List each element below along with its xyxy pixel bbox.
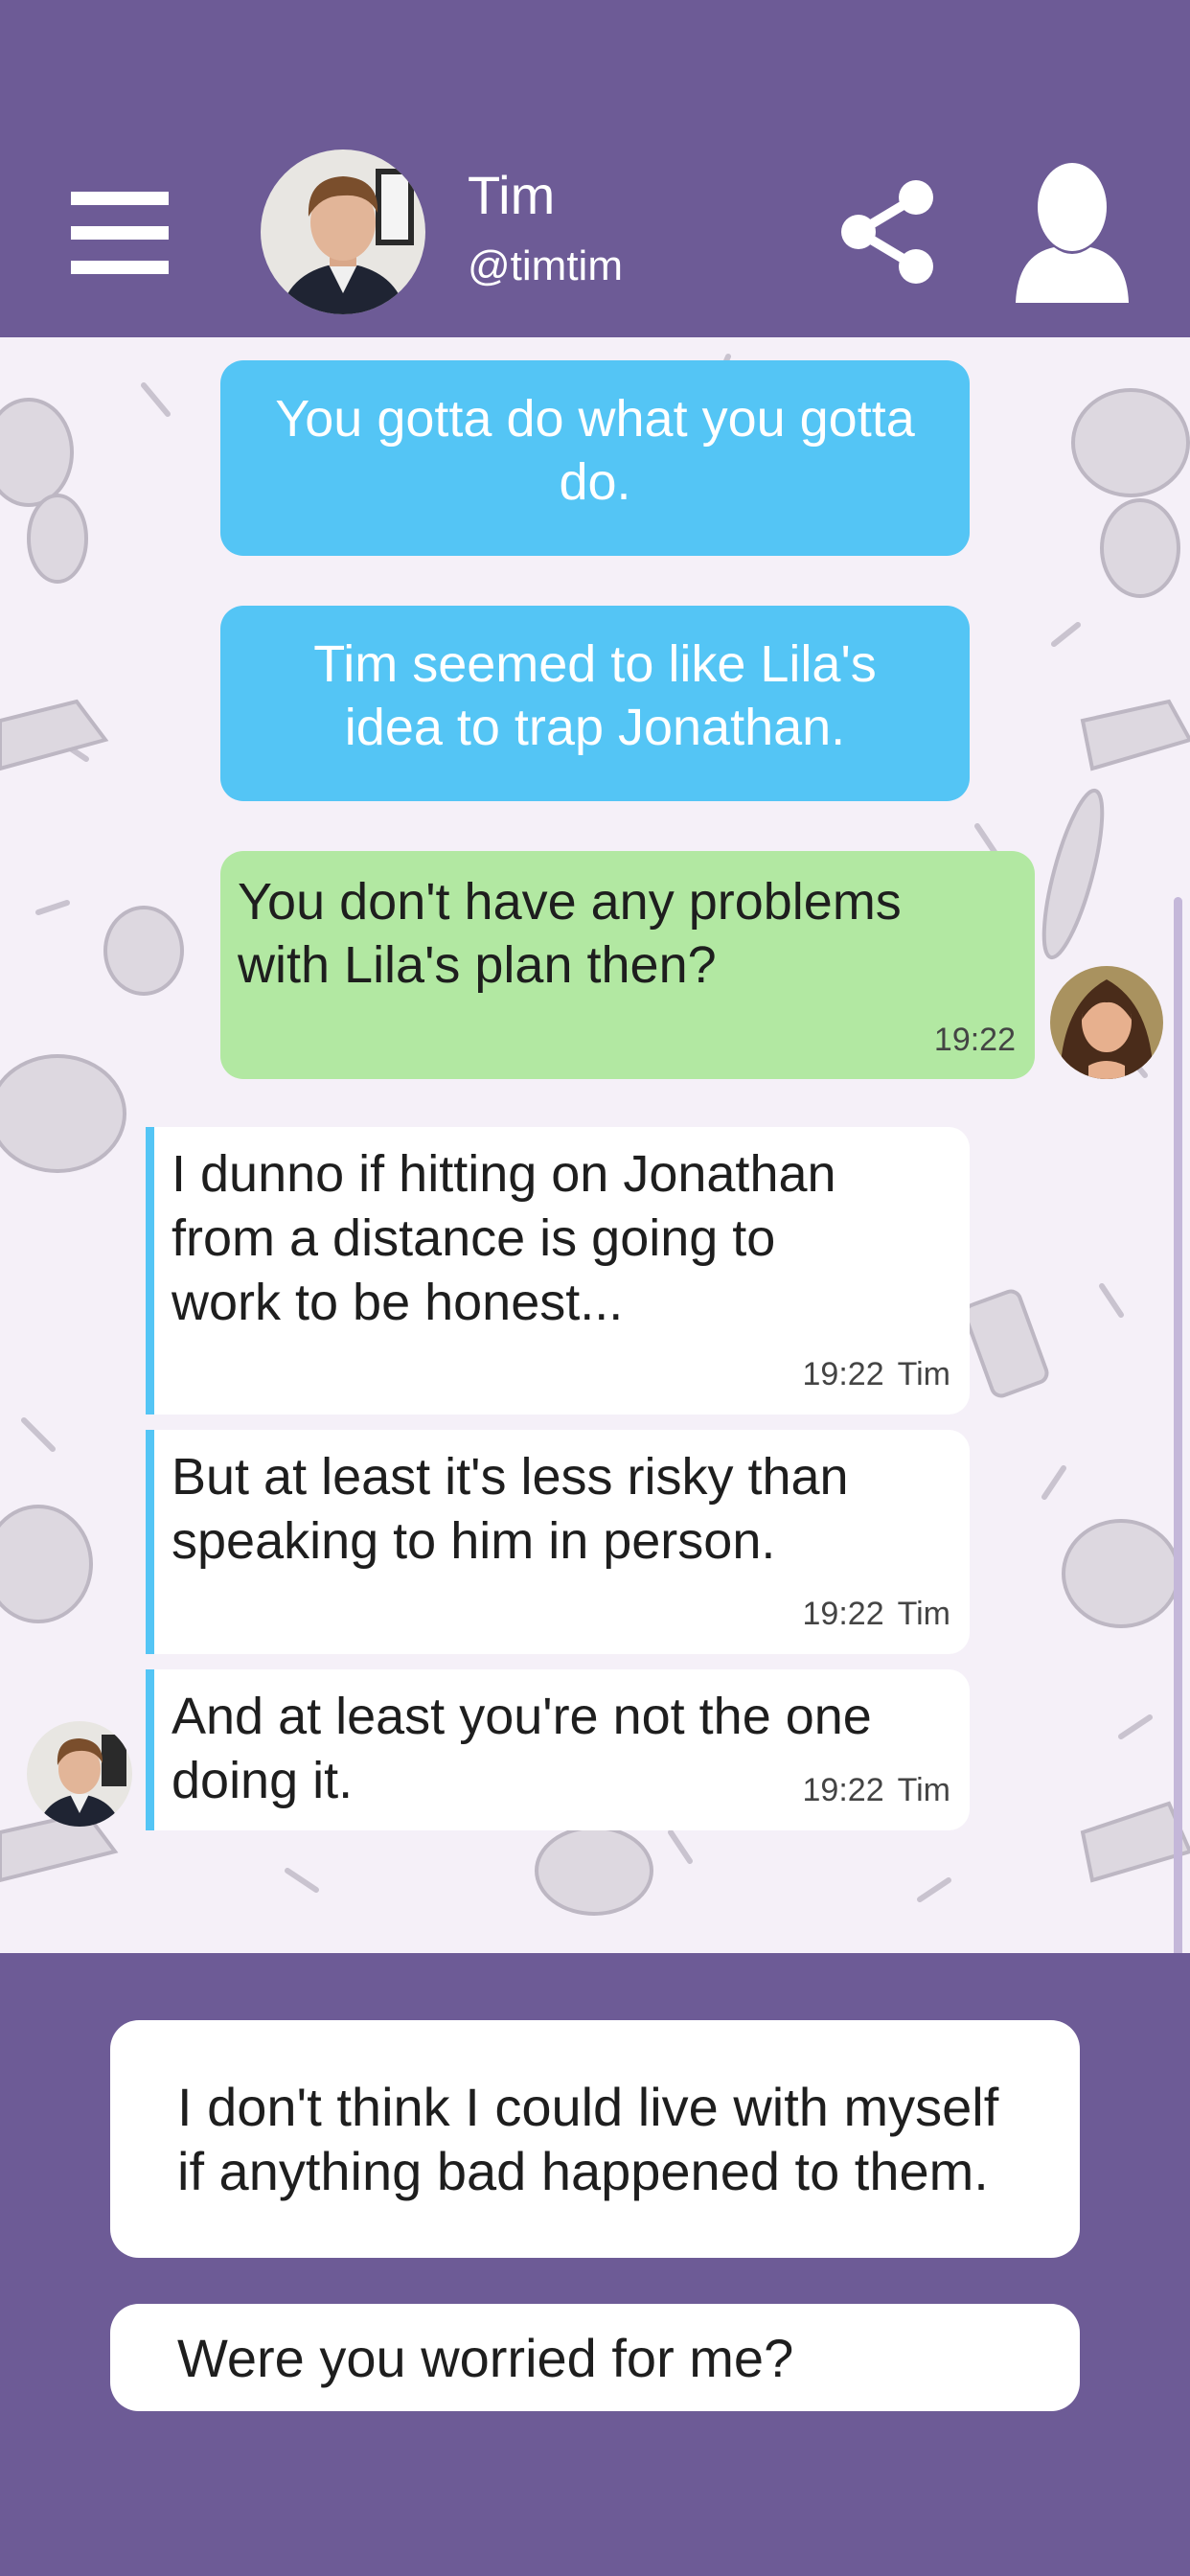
share-icon[interactable] [839, 178, 935, 286]
message-time: 19:22 [933, 1022, 1016, 1058]
contact-avatar[interactable] [261, 150, 425, 314]
chat-header: Tim @timtim [0, 0, 1190, 337]
message-text: And at least you're not the one doing it… [172, 1688, 872, 1809]
message-time: 19:22 [802, 1356, 884, 1392]
message-meta: 19:22 Tim [803, 1582, 950, 1646]
menu-icon[interactable] [71, 192, 169, 274]
contact-name: Tim [468, 165, 556, 225]
chat-area[interactable]: You gotta do what you gotta do. Tim seem… [0, 337, 1190, 1953]
message-text: I dunno if hitting on Jonathan from a di… [172, 1145, 836, 1331]
sender-avatar [27, 1721, 132, 1827]
profile-icon[interactable] [1016, 161, 1129, 303]
sent-message: You don't have any problems with Lila's … [220, 851, 1035, 1079]
message-time: 19:22 [802, 1596, 884, 1632]
message-sender: Tim [897, 1596, 950, 1632]
message-sender: Tim [897, 1772, 950, 1808]
message-meta: 19:22 Tim [803, 1759, 950, 1823]
message-text: But at least it's less risky than speaki… [172, 1448, 849, 1570]
contact-handle: @timtim [468, 242, 623, 289]
choice-option[interactable]: I don't think I could live with myself i… [110, 2020, 1080, 2258]
narration-bubble: You gotta do what you gotta do. [220, 360, 970, 556]
narration-bubble: Tim seemed to like Lila's idea to trap J… [220, 606, 970, 801]
received-message: I dunno if hitting on Jonathan from a di… [146, 1127, 970, 1414]
message-meta: 19:22 Tim [803, 1343, 950, 1407]
choice-option[interactable]: Were you worried for me? [110, 2304, 1080, 2411]
received-message: But at least it's less risky than speaki… [146, 1430, 970, 1654]
scrollbar[interactable] [1174, 897, 1182, 1953]
message-time: 19:22 [802, 1772, 884, 1808]
player-avatar [1050, 966, 1163, 1079]
received-message: And at least you're not the one doing it… [146, 1669, 970, 1830]
message-sender: Tim [897, 1356, 950, 1392]
message-text: You don't have any problems with Lila's … [238, 873, 902, 994]
